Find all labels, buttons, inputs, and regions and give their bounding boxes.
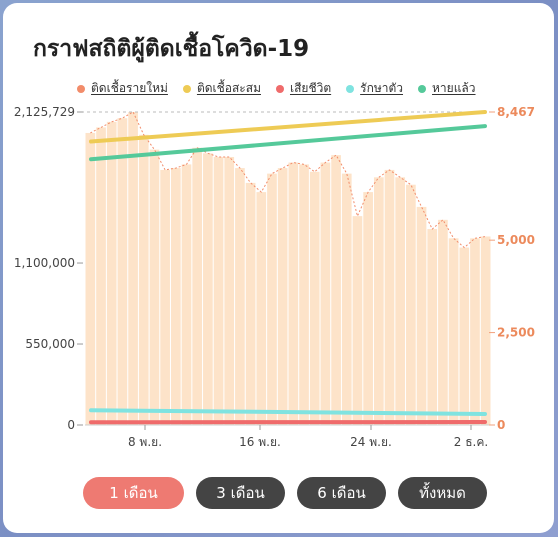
bar-new-cases bbox=[256, 192, 267, 425]
bar-new-cases bbox=[106, 121, 117, 425]
bar-new-cases bbox=[203, 153, 213, 426]
x-axis-tick-label: 24 พ.ย. bbox=[350, 435, 392, 449]
bar-new-cases bbox=[320, 162, 331, 426]
bar-new-cases bbox=[406, 184, 416, 425]
line-total-cases bbox=[89, 110, 487, 144]
bar-new-cases bbox=[128, 112, 138, 425]
bar-new-cases bbox=[160, 169, 170, 425]
bar-new-cases bbox=[395, 177, 406, 425]
left-axis-tick-label: 0 bbox=[67, 418, 75, 432]
bar-new-cases bbox=[277, 168, 288, 425]
bar-new-cases bbox=[438, 219, 448, 425]
bar-new-cases bbox=[480, 236, 491, 425]
chart-card: กราฟสถิติผู้ติดเชื้อโควิด-19 ติดเชื้อราย… bbox=[3, 3, 554, 533]
bar-new-cases bbox=[235, 168, 245, 425]
bar-new-cases bbox=[181, 164, 192, 425]
covid-chart: 0 550,000 1,100,000 2,125,729 0 2,500 5,000 8,4… bbox=[14, 105, 535, 449]
bar-new-cases bbox=[224, 156, 235, 425]
bar-new-cases bbox=[373, 177, 384, 425]
x-axis-tick-label: 8 พ.ย. bbox=[128, 435, 162, 449]
bar-new-cases bbox=[299, 164, 309, 425]
bar-new-cases bbox=[170, 168, 181, 425]
bar-new-cases bbox=[85, 132, 96, 425]
range-buttons: 1 เดือน 3 เดือน 6 เดือน ทั้งหมด bbox=[83, 477, 499, 509]
bar-new-cases bbox=[331, 155, 341, 425]
bar-new-cases bbox=[96, 127, 106, 426]
left-axis-tick-label: 1,100,000 bbox=[14, 256, 75, 270]
bar-new-cases bbox=[459, 247, 470, 425]
right-axis-tick-label: 5,000 bbox=[497, 233, 535, 247]
range-button-3-months[interactable]: 3 เดือน bbox=[196, 477, 285, 509]
range-button-1-month[interactable]: 1 เดือน bbox=[83, 477, 184, 509]
bar-new-cases bbox=[245, 182, 256, 425]
bar-new-cases bbox=[288, 162, 299, 426]
line-recovered bbox=[89, 124, 487, 162]
bar-new-cases bbox=[138, 134, 149, 426]
right-axis-tick-label: 2,500 bbox=[497, 326, 535, 340]
range-button-6-months[interactable]: 6 เดือน bbox=[297, 477, 386, 509]
right-axis-tick-label: 8,467 bbox=[497, 105, 535, 119]
right-axis-tick-label: 0 bbox=[497, 418, 505, 432]
bar-new-cases bbox=[192, 147, 203, 425]
bar-new-cases bbox=[363, 192, 373, 425]
bar-new-cases bbox=[213, 156, 224, 425]
bar-new-cases bbox=[384, 169, 395, 425]
bar-new-cases bbox=[470, 238, 480, 425]
range-button-all[interactable]: ทั้งหมด bbox=[398, 477, 487, 509]
bar-new-cases bbox=[427, 229, 438, 425]
bar-new-cases bbox=[309, 171, 320, 425]
x-axis-tick-label: 2 ธ.ค. bbox=[454, 435, 488, 449]
bar-new-cases bbox=[341, 173, 352, 425]
bar-new-cases bbox=[416, 206, 427, 425]
left-axis-tick-label: 2,125,729 bbox=[14, 105, 75, 119]
bar-new-cases bbox=[117, 118, 128, 426]
bar-new-cases bbox=[352, 216, 363, 425]
x-axis-tick-label: 16 พ.ย. bbox=[239, 435, 281, 449]
bar-new-cases bbox=[149, 149, 160, 425]
bar-new-cases bbox=[448, 238, 459, 425]
bar-new-cases bbox=[267, 173, 277, 425]
left-axis-tick-label: 550,000 bbox=[25, 337, 75, 351]
